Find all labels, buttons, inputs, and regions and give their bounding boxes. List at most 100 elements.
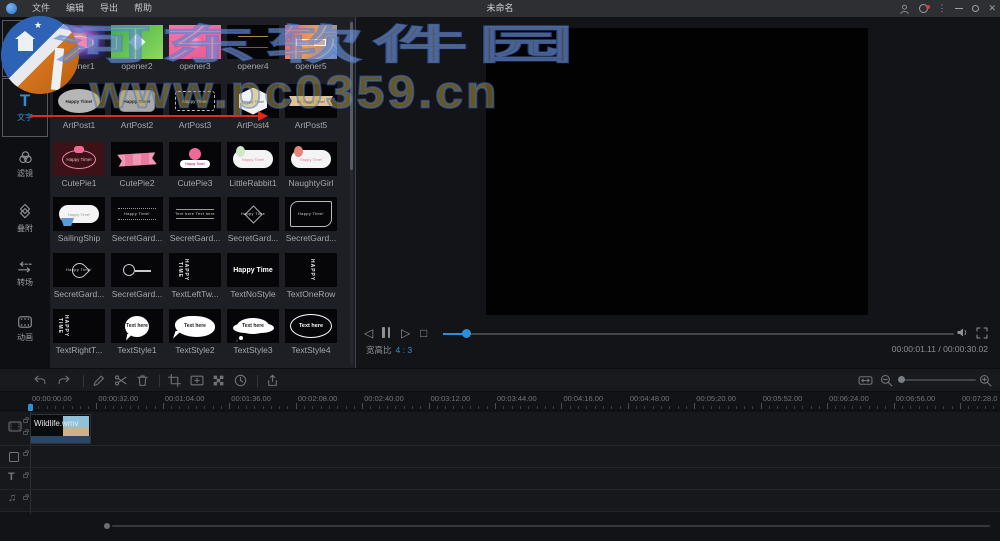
- template-card-ArtPost5[interactable]: Be Happy Time!ArtPost5: [282, 84, 340, 130]
- volume-icon[interactable]: [956, 326, 969, 344]
- template-card-SailingShip[interactable]: Happy Time!SailingShip: [50, 197, 108, 243]
- template-card-SecretGard[interactable]: Happy Time!SecretGard...: [282, 197, 340, 243]
- timeline-zoom-knob[interactable]: [898, 376, 905, 383]
- stop-icon[interactable]: □: [420, 327, 427, 339]
- template-card-TextRightT[interactable]: HAPPY TIMETextRightT...: [50, 309, 108, 355]
- video-track-hide-icon[interactable]: [23, 431, 28, 435]
- seek-knob[interactable]: [462, 329, 471, 338]
- menu-export[interactable]: 导出: [92, 0, 126, 17]
- menu-edit[interactable]: 编辑: [58, 0, 92, 17]
- timeline-hscrollbar[interactable]: [112, 525, 990, 527]
- template-thumbnail[interactable]: Happy Time!: [53, 84, 105, 118]
- timeline-hscrollbar-knob[interactable]: [104, 523, 110, 529]
- video-track-icon[interactable]: [8, 420, 22, 438]
- template-card-CutePie3[interactable]: Happy Time!CutePie3: [166, 142, 224, 188]
- template-card-ArtPost3[interactable]: Happy Time!ArtPost3: [166, 84, 224, 130]
- template-card-TextStyle3[interactable]: Text hereTextStyle3: [224, 309, 282, 355]
- audio-track-icon[interactable]: ♫: [8, 492, 16, 504]
- edit-icon[interactable]: [92, 374, 105, 392]
- video-track-lock-icon[interactable]: [23, 419, 28, 423]
- template-thumbnail[interactable]: Text here Text here: [169, 197, 221, 231]
- audio-track-lock-icon[interactable]: [23, 496, 28, 500]
- template-thumbnail[interactable]: Be Happy Time!: [285, 84, 337, 118]
- text-track-icon[interactable]: T: [8, 471, 15, 483]
- template-thumbnail[interactable]: [111, 25, 163, 59]
- aspect-ratio-label[interactable]: 宽高比4 : 3: [366, 344, 412, 356]
- message-icon[interactable]: [919, 4, 928, 13]
- template-card-NaughtyGirl[interactable]: Happy Time!NaughtyGirl: [282, 142, 340, 188]
- zoom-out-icon[interactable]: [880, 374, 893, 392]
- template-thumbnail[interactable]: [53, 25, 105, 59]
- template-card-SecretGard[interactable]: SecretGard...: [108, 253, 166, 299]
- sidebar-tab-filters[interactable]: 滤镜: [2, 142, 48, 186]
- crop-icon[interactable]: [168, 374, 181, 392]
- minimize-icon[interactable]: [955, 8, 963, 9]
- template-card-TextStyle2[interactable]: Text hereTextStyle2: [166, 309, 224, 355]
- split-icon[interactable]: [114, 374, 127, 392]
- pip-track-lock-icon[interactable]: [23, 452, 28, 456]
- panel-scrollbar[interactable]: [350, 20, 353, 365]
- template-thumbnail[interactable]: Happy Time!: [169, 84, 221, 118]
- menu-file[interactable]: 文件: [24, 0, 58, 17]
- pause-icon[interactable]: [382, 327, 390, 338]
- playhead[interactable]: [28, 404, 33, 411]
- template-thumbnail[interactable]: Text here: [169, 309, 221, 343]
- template-card-TextOneRow[interactable]: HAPPYTextOneRow: [282, 253, 340, 299]
- redo-icon[interactable]: [57, 374, 71, 392]
- template-thumbnail[interactable]: [111, 142, 163, 176]
- template-thumbnail[interactable]: Text here: [111, 309, 163, 343]
- template-thumbnail[interactable]: Happy Time: [227, 197, 279, 231]
- template-thumbnail[interactable]: Happy Time!: [111, 197, 163, 231]
- template-card-TextStyle4[interactable]: Text hereTextStyle4: [282, 309, 340, 355]
- template-card-SecretGard[interactable]: Happy Time!SecretGard...: [108, 197, 166, 243]
- zoom-in-icon[interactable]: [979, 374, 992, 392]
- template-card-opener4[interactable]: opener4: [224, 25, 282, 71]
- template-card-TextStyle1[interactable]: Text hereTextStyle1: [108, 309, 166, 355]
- template-thumbnail[interactable]: Happy Time!: [53, 253, 105, 287]
- export-icon[interactable]: [266, 374, 279, 392]
- template-thumbnail[interactable]: Happy Time!: [227, 84, 279, 118]
- template-thumbnail[interactable]: Happy Time: [227, 253, 279, 287]
- close-icon[interactable]: ✕: [988, 0, 996, 17]
- sidebar-tab-overlays[interactable]: 叠附: [2, 197, 48, 241]
- aspect-ratio-value[interactable]: 4 : 3: [396, 345, 413, 355]
- timeline-zoom-slider[interactable]: [898, 379, 976, 381]
- delete-icon[interactable]: [136, 374, 149, 392]
- text-track-lock-icon[interactable]: [23, 474, 28, 478]
- template-thumbnail[interactable]: [169, 25, 221, 59]
- template-thumbnail[interactable]: [285, 25, 337, 59]
- template-thumbnail[interactable]: Text here: [227, 309, 279, 343]
- template-thumbnail[interactable]: [111, 253, 163, 287]
- sidebar-tab-animations[interactable]: 动画: [2, 307, 48, 351]
- template-thumbnail[interactable]: HAPPY TIME: [53, 309, 105, 343]
- template-thumbnail[interactable]: Happy Time!: [169, 142, 221, 176]
- template-card-ArtPost2[interactable]: Happy Time!ArtPost2: [108, 84, 166, 130]
- sidebar-tab-media[interactable]: 素材: [2, 20, 48, 77]
- undo-icon[interactable]: [33, 374, 47, 392]
- kebab-menu-icon[interactable]: ⋮: [937, 0, 946, 17]
- zoom-frame-icon[interactable]: [190, 374, 204, 392]
- template-thumbnail[interactable]: Happy Time!: [111, 84, 163, 118]
- template-thumbnail[interactable]: Text here: [285, 309, 337, 343]
- video-canvas[interactable]: [486, 28, 868, 315]
- play-icon[interactable]: ▷: [401, 327, 410, 339]
- template-thumbnail[interactable]: HAPPY TIME: [169, 253, 221, 287]
- template-thumbnail[interactable]: [227, 25, 279, 59]
- duration-icon[interactable]: [234, 374, 247, 392]
- sidebar-tab-text[interactable]: T 文字: [2, 78, 48, 137]
- timeline-clip-wildlife[interactable]: Wildlife.wmv: [30, 414, 91, 444]
- template-card-ArtPost1[interactable]: Happy Time!ArtPost1: [50, 84, 108, 130]
- template-thumbnail[interactable]: Happy Time!: [285, 197, 337, 231]
- template-card-LittleRabbit1[interactable]: Happy Time!LittleRabbit1: [224, 142, 282, 188]
- sidebar-tab-transitions[interactable]: 转场: [2, 252, 48, 296]
- template-thumbnail[interactable]: Happy Time!: [285, 142, 337, 176]
- pip-track-icon[interactable]: [8, 450, 20, 468]
- seek-bar[interactable]: [443, 333, 954, 335]
- mosaic-icon[interactable]: [212, 374, 225, 392]
- template-card-opener5[interactable]: opener5: [282, 25, 340, 71]
- menu-help[interactable]: 帮助: [126, 0, 160, 17]
- previous-frame-icon[interactable]: ◁: [364, 327, 373, 339]
- template-card-SecretGard[interactable]: Text here Text hereSecretGard...: [166, 197, 224, 243]
- template-card-TextLeftTw[interactable]: HAPPY TIMETextLeftTw...: [166, 253, 224, 299]
- user-icon[interactable]: [899, 3, 910, 15]
